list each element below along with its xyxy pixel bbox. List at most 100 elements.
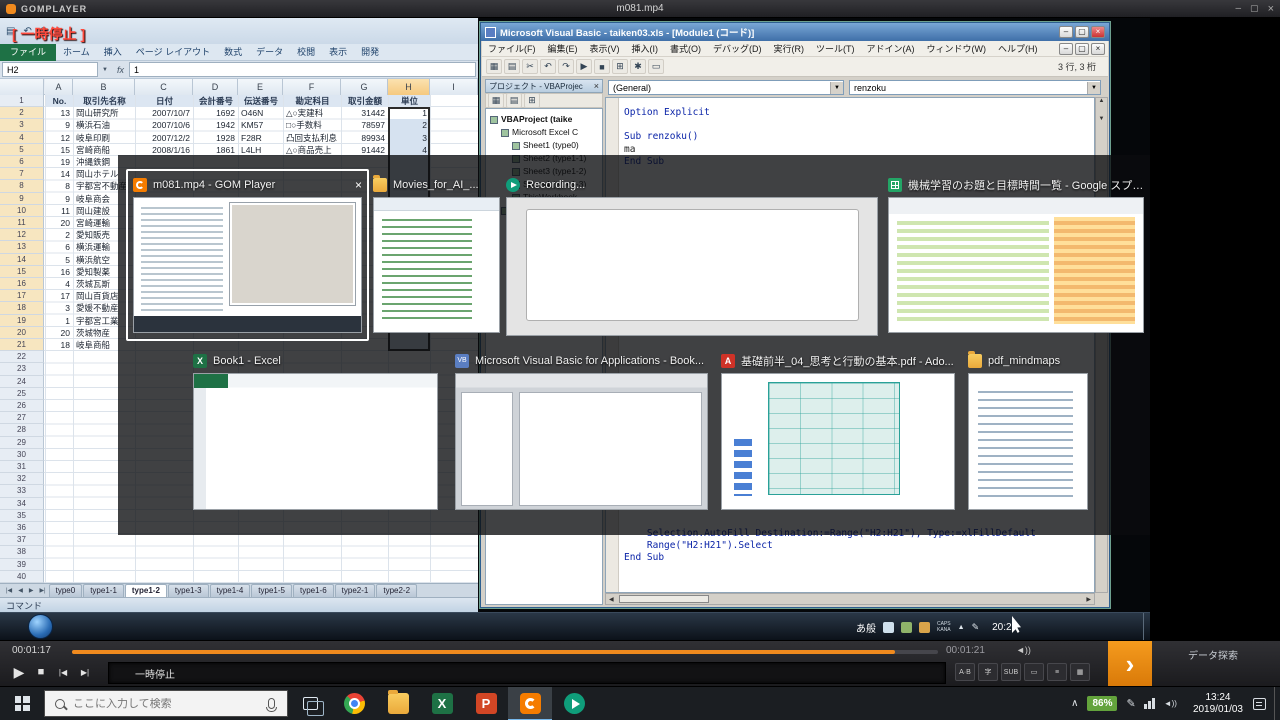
toolbar-icon[interactable]: ↶: [540, 59, 556, 74]
seek-bar[interactable]: [72, 650, 938, 654]
row-header[interactable]: 36: [0, 522, 44, 534]
cell[interactable]: 8: [46, 180, 72, 192]
row-header[interactable]: 4: [0, 132, 44, 144]
vba-titlebar[interactable]: Microsoft Visual Basic - taiken03.xls - …: [481, 23, 1109, 41]
battery-indicator[interactable]: 86%: [1087, 696, 1117, 711]
header-cell[interactable]: 会計番号: [194, 95, 238, 107]
row-header[interactable]: 14: [0, 254, 44, 266]
taskbar-gom-player[interactable]: [508, 687, 552, 720]
control-panel-button[interactable]: ▦: [1070, 663, 1090, 681]
close-button[interactable]: ×: [1268, 3, 1274, 15]
cell[interactable]: 18: [46, 339, 72, 351]
name-box[interactable]: H2: [2, 62, 98, 77]
toolbar-icon[interactable]: ▭: [648, 59, 664, 74]
column-header[interactable]: G: [341, 79, 388, 95]
row-header[interactable]: 10: [0, 205, 44, 217]
row-header[interactable]: 39: [0, 559, 44, 571]
window-thumbnail[interactable]: [888, 197, 1144, 333]
cell[interactable]: 16: [46, 266, 72, 278]
window-thumbnail[interactable]: [721, 373, 955, 510]
row-header[interactable]: 28: [0, 424, 44, 436]
cell[interactable]: □○手数料: [284, 119, 340, 131]
toggle-folders-icon[interactable]: ⊞: [524, 93, 540, 108]
sheet-tab[interactable]: type1-2: [125, 584, 167, 597]
side-panel-label[interactable]: データ探索: [1188, 647, 1238, 662]
recorded-show-desktop[interactable]: [1143, 613, 1150, 641]
sheet-nav-button[interactable]: ▶|: [36, 584, 48, 598]
next-button[interactable]: ▶|: [74, 661, 96, 683]
header-cell[interactable]: 伝送番号: [239, 95, 283, 107]
ribbon-tab[interactable]: 挿入: [97, 44, 129, 61]
taskbar-explorer[interactable]: [376, 687, 420, 720]
vba-maximize-button[interactable]: ▢: [1075, 26, 1089, 38]
screen-mode-button[interactable]: ▭: [1024, 663, 1044, 681]
cell[interactable]: 1928: [194, 132, 237, 144]
sheet-tab[interactable]: type2-2: [376, 584, 417, 597]
menu-item[interactable]: 表示(V): [584, 41, 626, 57]
toolbar-icon[interactable]: ▤: [504, 59, 520, 74]
row-header[interactable]: 31: [0, 461, 44, 473]
sheet-tab[interactable]: type1-1: [83, 584, 124, 597]
taskbar-camtasia[interactable]: [552, 687, 596, 720]
row-header[interactable]: 11: [0, 217, 44, 229]
menu-item[interactable]: ヘルプ(H): [992, 41, 1044, 57]
toolbar-icon[interactable]: ✱: [630, 59, 646, 74]
cell[interactable]: 31442: [342, 107, 387, 119]
module-restore-button[interactable]: ▢: [1075, 43, 1089, 55]
maximize-button[interactable]: ▢: [1250, 3, 1259, 14]
toolbar-icon[interactable]: ⊞: [612, 59, 628, 74]
module-minimize-button[interactable]: –: [1059, 43, 1073, 55]
row-header[interactable]: 21: [0, 339, 44, 351]
toolbar-icon[interactable]: ↷: [558, 59, 574, 74]
row-header[interactable]: 40: [0, 571, 44, 583]
menu-item[interactable]: 書式(O): [664, 41, 707, 57]
column-header[interactable]: H: [388, 79, 430, 95]
sheet-tab[interactable]: type1-6: [293, 584, 334, 597]
cell[interactable]: 14: [46, 168, 72, 180]
ribbon-tab[interactable]: ホーム: [56, 44, 97, 61]
sheet-nav-button[interactable]: ▶: [26, 584, 37, 598]
row-header[interactable]: 9: [0, 193, 44, 205]
cell[interactable]: 12: [46, 132, 72, 144]
row-header[interactable]: 27: [0, 412, 44, 424]
row-header[interactable]: 26: [0, 400, 44, 412]
cell[interactable]: F28R: [239, 132, 282, 144]
header-cell[interactable]: 取引先名称: [74, 95, 135, 107]
scroll-left-icon[interactable]: ◀: [606, 596, 617, 603]
toolbar-icon[interactable]: ■: [594, 59, 610, 74]
row-header[interactable]: 37: [0, 534, 44, 546]
row-header[interactable]: 5: [0, 144, 44, 156]
column-header[interactable]: I: [430, 79, 478, 95]
caption-button[interactable]: 字: [978, 663, 998, 681]
row-header[interactable]: 17: [0, 290, 44, 302]
subtitle-button[interactable]: SUB: [1001, 663, 1021, 681]
file-tab[interactable]: ファイル: [0, 44, 56, 61]
cell[interactable]: 1: [46, 315, 72, 327]
row-header[interactable]: 8: [0, 180, 44, 192]
volume-icon[interactable]: ◄)): [1016, 645, 1031, 655]
cell[interactable]: 横浜石油: [74, 119, 134, 131]
header-cell[interactable]: 勘定科目: [284, 95, 341, 107]
column-header[interactable]: C: [135, 79, 193, 95]
taskbar-search[interactable]: [44, 690, 288, 717]
menu-item[interactable]: 編集(E): [542, 41, 584, 57]
row-header[interactable]: 16: [0, 278, 44, 290]
object-dropdown[interactable]: (General) ▼: [608, 80, 844, 95]
view-code-icon[interactable]: ▦: [488, 93, 504, 108]
cell[interactable]: 20: [46, 327, 72, 339]
row-header[interactable]: 20: [0, 327, 44, 339]
menu-item[interactable]: デバッグ(D): [707, 41, 768, 57]
cell[interactable]: △○実建科: [284, 107, 340, 119]
sheet-tab[interactable]: type1-5: [251, 584, 292, 597]
header-cell[interactable]: 日付: [136, 95, 193, 107]
open-panel-button[interactable]: ›: [1108, 641, 1152, 687]
row-header[interactable]: 35: [0, 510, 44, 522]
row-header[interactable]: 23: [0, 363, 44, 375]
toolbar-icon[interactable]: ✂: [522, 59, 538, 74]
network-icon[interactable]: [1144, 698, 1156, 709]
taskbar-chrome[interactable]: [332, 687, 376, 720]
row-header[interactable]: 38: [0, 546, 44, 558]
task-view-button[interactable]: [288, 687, 332, 720]
window-thumbnail[interactable]: [193, 373, 438, 510]
cell[interactable]: KM57: [239, 119, 282, 131]
